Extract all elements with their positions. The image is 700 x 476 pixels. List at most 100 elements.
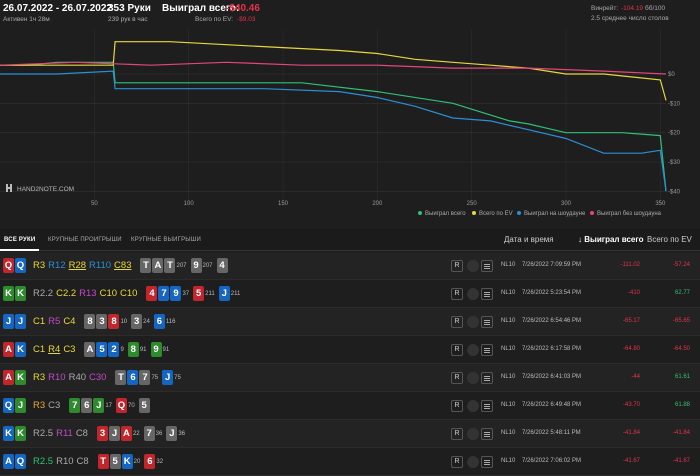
tag-circle-button[interactable] [467, 372, 479, 384]
hand-tabs: ВСЕ РУКИ КРУПНЫЕ ПРОИГРЫШИ КРУПНЫЕ ВЫИГР… [0, 229, 700, 251]
board-card: T [97, 454, 109, 469]
preflop-action: C10 [120, 288, 138, 299]
chart-ticks: $0 -$10 -$20 -$30 -$40 50 100 150 200 250 300 350 [91, 72, 681, 207]
notes-menu-icon[interactable] [481, 428, 493, 440]
ev-amount: 61.61 [674, 374, 690, 380]
tag-circle-button[interactable] [467, 344, 479, 356]
x-tick-label: 250 [467, 201, 478, 207]
preflop-action: C8 [76, 456, 89, 467]
x-tick-label: 200 [372, 201, 383, 207]
board-card: 8 [108, 314, 120, 329]
x-tick-label: 350 [655, 201, 666, 207]
column-date[interactable]: Дата и время [504, 235, 554, 244]
limit: NL10 [501, 290, 516, 296]
column-won[interactable]: ↓ Выиграл всего [578, 235, 643, 244]
replay-button[interactable]: R [451, 428, 463, 440]
tag-circle-button[interactable] [467, 316, 479, 328]
preflop-action: C2.2 [56, 288, 77, 299]
notes-menu-icon[interactable] [481, 260, 493, 272]
hand-summary: A Q R2.5 R10 C8 T 5 K 20 6 32 [3, 454, 167, 470]
board-card: 6 [153, 314, 165, 329]
notes-menu-icon[interactable] [481, 400, 493, 412]
ev-amount: 61.88 [674, 402, 690, 408]
board-card: 4 [216, 258, 228, 273]
tag-circle-button[interactable] [467, 288, 479, 300]
notes-menu-icon[interactable] [481, 456, 493, 468]
board-card: 5 [109, 454, 121, 469]
hole-card: J [15, 398, 26, 413]
hand-summary: K K R2.5 R11 C8 3 J A 22 7 36 J 36 [3, 426, 189, 442]
legend-no-showdown-label: Выиграл без шоудауна [597, 211, 661, 217]
board-card: 9 [170, 286, 182, 301]
hand-summary: K K R2.2 C2.2 R13 C10 C10 4 7 9 37 5 211 J 211 [3, 286, 244, 302]
notes-menu-icon[interactable] [481, 316, 493, 328]
hole-card: K [3, 426, 14, 441]
x-tick-label: 300 [561, 201, 572, 207]
preflop-action: R10 [56, 456, 74, 467]
legend-ev-dot [472, 211, 476, 216]
hand-row[interactable]: Q J R3 C3 7 6 J 17 Q 70 5 R NL10 7/26/2022 6:49:48 PM… [0, 392, 700, 420]
hand-row[interactable]: K K R2.5 R11 C8 3 J A 22 7 36 J 36 R NL10 7/26/2022 5:4… [0, 420, 700, 448]
hole-card: K [3, 286, 14, 301]
hand-date: 7/26/2022 5:23:54 PM [522, 290, 582, 296]
hand2note-logo: HAND2NOTE.COM [6, 184, 74, 193]
tab-big-wins[interactable]: КРУПНЫЕ ВЫИГРЫШИ [131, 237, 201, 243]
legend-total[interactable]: Выиграл всего [418, 211, 466, 217]
winrate-suffix: бб/100 [645, 5, 666, 12]
board-card: 6 [144, 454, 156, 469]
pot-size: 207 [176, 262, 187, 269]
board-card: 6 [81, 398, 93, 413]
replay-button[interactable]: R [451, 260, 463, 272]
column-ev[interactable]: Всего по EV [647, 235, 692, 244]
board-card: J [218, 286, 230, 301]
legend-no-showdown[interactable]: Выиграл без шоудауна [590, 211, 661, 217]
legend-ev[interactable]: Всего по EV [472, 211, 513, 217]
preflop-action: R3 [33, 372, 46, 383]
limit: NL10 [501, 346, 516, 352]
legend-showdown[interactable]: Выиграл на шоудауне [517, 211, 585, 217]
hand-row[interactable]: A K C1 R4 C3 A 5 2 9 8 91 9 91 R NL10 7/26/2022 6:17:58… [0, 336, 700, 364]
hand-row[interactable]: A K R3 R10 R40 C30 T 6 7 75 J 75 R NL10 7/26/2022 6:41… [0, 364, 700, 392]
preflop-action: R11 [56, 428, 73, 439]
notes-menu-icon[interactable] [481, 288, 493, 300]
hand-row[interactable]: A Q R2.5 R10 C8 T 5 K 20 6 32 R NL10 7/26/2022 7:06:0… [0, 448, 700, 476]
hand-row[interactable]: K K R2.2 C2.2 R13 C10 C10 4 7 9 37 5 211 J 211 R NL10 7/2… [0, 280, 700, 308]
replay-button[interactable]: R [451, 400, 463, 412]
preflop-action: R5 [48, 316, 61, 327]
chart-grid [0, 30, 666, 206]
replay-button[interactable]: R [451, 456, 463, 468]
board-card: 9 [150, 342, 162, 357]
pot-size: 91 [139, 346, 147, 353]
replay-button[interactable]: R [451, 288, 463, 300]
preflop-action: R13 [79, 288, 97, 299]
hand-row[interactable]: J J C1 R5 C4 8 3 8 10 3 24 6 116 R NL10 7/26/2022 6:54:… [0, 308, 700, 336]
hand-summary: A K C1 R4 C3 A 5 2 9 8 91 9 91 [3, 342, 173, 358]
pot-size: 9 [120, 346, 124, 353]
hand-date: 7/26/2022 7:06:02 PM [522, 458, 582, 464]
replay-button[interactable]: R [451, 344, 463, 356]
board-card: 7 [139, 370, 151, 385]
tag-circle-button[interactable] [467, 260, 479, 272]
hole-card: Q [3, 398, 14, 413]
tag-circle-button[interactable] [467, 400, 479, 412]
tab-all-hands[interactable]: ВСЕ РУКИ [0, 237, 40, 251]
replay-button[interactable]: R [451, 372, 463, 384]
hand-date: 7/26/2022 6:49:48 PM [522, 402, 582, 408]
won-amount: -64.80 [622, 346, 640, 352]
won-amount: -410 [627, 290, 640, 296]
pot-size: 75 [174, 374, 181, 381]
tab-big-losses[interactable]: КРУПНЫЕ ПРОИГРЫШИ [48, 237, 122, 243]
notes-menu-icon[interactable] [481, 344, 493, 356]
replay-button[interactable]: R [451, 316, 463, 328]
tag-circle-button[interactable] [467, 456, 479, 468]
board-card: A [120, 426, 132, 441]
y-tick-label: -$10 [668, 101, 681, 107]
notes-menu-icon[interactable] [481, 372, 493, 384]
pot-size: 36 [178, 430, 186, 437]
hand-row[interactable]: Q Q R3 R12 R28 R110 C83 T A T 207 9 207 4 R NL10 7/26/20… [0, 252, 700, 280]
tag-circle-button[interactable] [467, 428, 479, 440]
hand-date: 7/26/2022 7:09:59 PM [522, 262, 582, 268]
limit: NL10 [501, 458, 516, 464]
preflop-action: R4 [48, 344, 61, 355]
board-card: J [166, 426, 178, 441]
